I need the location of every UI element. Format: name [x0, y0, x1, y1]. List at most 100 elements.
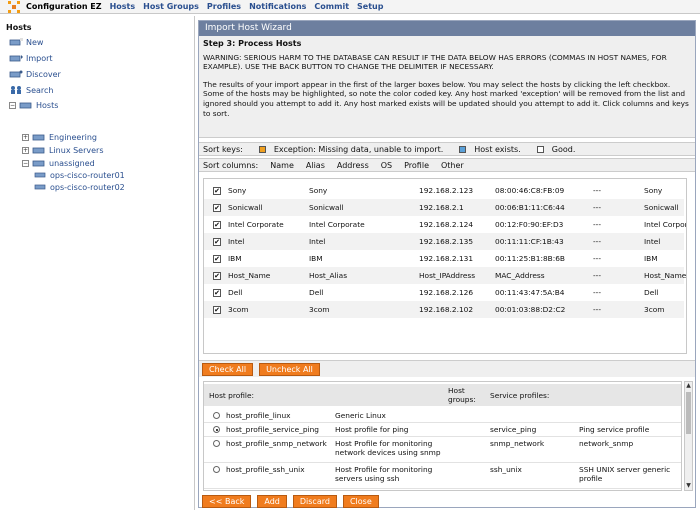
nav-profiles[interactable]: Profiles — [207, 2, 241, 11]
nav-setup[interactable]: Setup — [357, 2, 383, 11]
good-key-swatch[interactable] — [536, 145, 544, 153]
host-os: --- — [593, 220, 602, 229]
wizard-warning: WARNING: SERIOUS HARM TO THE DATABASE CA… — [203, 52, 667, 72]
expand-toggle-icon[interactable]: + — [22, 133, 29, 141]
expand-toggle-icon[interactable]: + — [22, 146, 29, 154]
table-row[interactable]: ✔ Dell Dell 192.168.2.126 00:11:43:47:5A:B4 -… — [204, 284, 684, 301]
host-icon — [33, 182, 47, 192]
host-select-checkbox[interactable]: ✔ — [213, 203, 221, 212]
profile-radio[interactable] — [213, 466, 220, 473]
profile-list-scrollbar[interactable]: ▲ ▼ — [684, 381, 693, 491]
sidebar-item-search[interactable]: Search — [9, 85, 53, 95]
sort-column-name[interactable]: Name — [270, 161, 294, 170]
host-os: --- — [593, 203, 602, 212]
sidebar-item-ops-cisco-router02[interactable]: ops-cisco-router02 — [33, 182, 125, 192]
scroll-up-icon[interactable]: ▲ — [685, 382, 692, 390]
table-row[interactable]: ✔ Sony Sony 192.168.2.123 08:00:46:C8:FB:09 -… — [204, 182, 684, 199]
host-profile: Intel — [644, 237, 661, 246]
host-mac: MAC_Address — [495, 271, 545, 280]
host-select-checkbox[interactable]: ✔ — [213, 305, 221, 314]
host-address: 192.168.2.124 — [419, 220, 474, 229]
service-profile-name: snmp_network — [490, 439, 545, 448]
host-address: Host_IPAddress — [419, 271, 476, 280]
table-row[interactable]: ✔ Sonicwall Sonicwall 192.168.2.1 00:06:B1:1… — [204, 199, 684, 216]
exception-key-swatch[interactable] — [258, 145, 266, 153]
host-os: --- — [593, 288, 602, 297]
table-row[interactable]: ✔ Intel Corporate Intel Corporate 192.168.2… — [204, 216, 687, 233]
host-alias: IBM — [309, 254, 323, 263]
sidebar-item-import[interactable]: Import — [9, 53, 53, 63]
host-select-checkbox[interactable]: ✔ — [213, 254, 221, 263]
table-row[interactable]: ✔ Host_Name Host_Alias Host_IPAddress MAC_Ad… — [204, 267, 686, 284]
profile-row[interactable]: host_profile_snmp_network Host Profile fo… — [204, 437, 681, 463]
profile-description: Host Profile for monitoring servers usin… — [335, 465, 433, 483]
sort-key-good[interactable]: Good. — [552, 145, 576, 154]
host-mac: 00:11:11:CF:1B:43 — [495, 237, 564, 246]
host-alias: Host_Alias — [309, 271, 348, 280]
sort-column-other[interactable]: Other — [441, 161, 464, 170]
table-row[interactable]: ✔ Intel Intel 192.168.2.135 00:11:11:CF:1B:4… — [204, 233, 684, 250]
sidebar-item-engineering[interactable]: + Engineering — [22, 132, 97, 142]
sort-column-os[interactable]: OS — [381, 161, 392, 170]
host-mac: 00:11:25:B1:8B:6B — [495, 254, 565, 263]
sidebar-item-unassigned[interactable]: − unassigned — [22, 158, 95, 168]
sidebar-item-discover[interactable]: Discover — [9, 69, 61, 79]
host-alias: Intel — [309, 237, 326, 246]
wizard-instructions: Step 3: Process Hosts WARNING: SERIOUS H… — [199, 36, 695, 138]
profile-description: Host profile for ping — [335, 425, 409, 434]
host-mac: 00:12:F0:90:EF:D3 — [495, 220, 564, 229]
host-mac: 00:06:B1:11:C6:44 — [495, 203, 565, 212]
host-select-checkbox[interactable]: ✔ — [213, 220, 221, 229]
profile-radio[interactable] — [213, 440, 220, 447]
nav-host-groups[interactable]: Host Groups — [143, 2, 199, 11]
nav-commit[interactable]: Commit — [314, 2, 349, 11]
scrollbar-thumb[interactable] — [686, 392, 691, 434]
host-mac: 00:01:03:88:D2:C2 — [495, 305, 566, 314]
host-name: IBM — [228, 254, 242, 263]
host-select-checkbox[interactable]: ✔ — [213, 186, 221, 195]
close-button[interactable]: Close — [342, 494, 379, 508]
sidebar-item-new[interactable]: New — [9, 37, 43, 47]
profile-row[interactable]: host_profile_ssh_unix Host Profile for mo… — [204, 463, 681, 489]
service-profile-description: Ping service profile — [579, 425, 650, 434]
nav-notifications[interactable]: Notifications — [249, 2, 306, 11]
sidebar-item-hosts[interactable]: − Hosts — [9, 100, 58, 110]
service-profile-name: service_ping — [490, 425, 537, 434]
profile-row[interactable]: host_profile_service_ping Host profile fo… — [204, 423, 681, 437]
sort-key-exception[interactable]: Exception: Missing data, unable to impor… — [274, 145, 443, 154]
host-select-checkbox[interactable]: ✔ — [213, 237, 221, 246]
host-address: 192.168.2.135 — [419, 237, 474, 246]
collapse-toggle-icon[interactable]: − — [9, 101, 16, 109]
sort-key-exists[interactable]: Host exists. — [474, 145, 521, 154]
back-button[interactable]: << Back — [202, 494, 252, 508]
host-os: --- — [593, 186, 602, 195]
add-button[interactable]: Add — [257, 494, 287, 508]
collapse-toggle-icon[interactable]: − — [22, 159, 29, 167]
uncheck-all-button[interactable]: Uncheck All — [259, 362, 320, 376]
host-alias: 3com — [309, 305, 330, 314]
sort-keys-label: Sort keys: — [203, 144, 243, 154]
discard-button[interactable]: Discard — [292, 494, 337, 508]
profile-radio[interactable] — [213, 426, 220, 433]
sort-column-profile[interactable]: Profile — [404, 161, 429, 170]
sidebar-item-linux-servers[interactable]: + Linux Servers — [22, 145, 104, 155]
wizard-title: Import Host Wizard — [199, 21, 695, 36]
sort-column-address[interactable]: Address — [337, 161, 369, 170]
table-row[interactable]: ✔ IBM IBM 192.168.2.131 00:11:25:B1:8B:6B ---… — [204, 250, 684, 267]
exists-key-swatch[interactable] — [459, 145, 467, 153]
profile-row[interactable]: host_profile_linux Generic Linux — [204, 409, 681, 423]
host-profile: Intel Corporate — [644, 220, 687, 229]
host-name: Dell — [228, 288, 243, 297]
group-icon — [32, 132, 46, 142]
sidebar-item-ops-cisco-router01[interactable]: ops-cisco-router01 — [33, 170, 125, 180]
hosts-sidebar: Hosts New Import Discover Search − Hosts… — [0, 16, 195, 510]
sort-column-alias[interactable]: Alias — [306, 161, 325, 170]
host-select-checkbox[interactable]: ✔ — [213, 271, 221, 280]
scroll-down-icon[interactable]: ▼ — [685, 482, 692, 490]
profile-radio[interactable] — [213, 412, 220, 419]
table-row[interactable]: ✔ 3com 3com 192.168.2.102 00:01:03:88:D2:C2 -… — [204, 301, 684, 318]
host-mac: 00:11:43:47:5A:B4 — [495, 288, 565, 297]
check-all-button[interactable]: Check All — [202, 362, 254, 376]
host-select-checkbox[interactable]: ✔ — [213, 288, 221, 297]
nav-hosts[interactable]: Hosts — [110, 2, 136, 11]
